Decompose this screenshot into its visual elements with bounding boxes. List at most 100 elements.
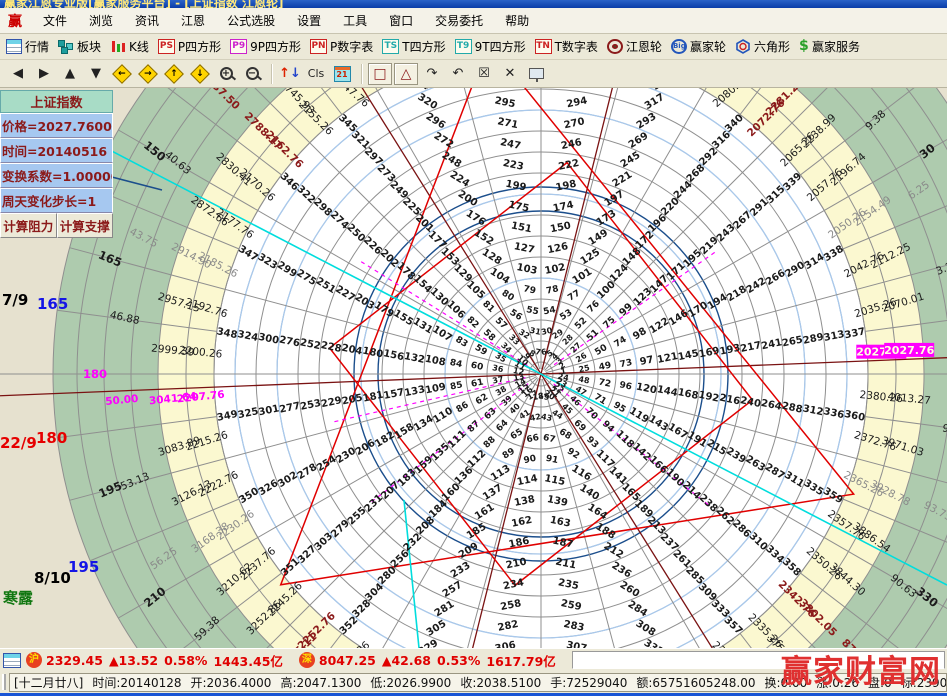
sh-index: 2329.45 — [46, 653, 103, 668]
lunar-date: [十二月廿八] — [14, 674, 83, 691]
sz-market-quote[interactable]: 深 8047.25 ▲42.68 0.53% 1617.79亿 — [299, 651, 562, 670]
blocks-icon — [58, 39, 74, 54]
menu-item-7[interactable]: 窗口 — [378, 9, 424, 32]
wheel-date-degree-label-2: 22/9 — [0, 434, 37, 452]
toolbar-tools: ◀▶▲▼←→↑↓+−↑↓Cls21□△↷↶☒✕ — [0, 60, 947, 88]
toolbar-label: 行情 — [25, 38, 49, 55]
sz-pct: 0.53% — [437, 653, 480, 668]
arrow-down-button[interactable]: ▼ — [84, 63, 108, 85]
scale-x-button[interactable]: ✕ — [498, 63, 522, 85]
toolbar-button-T数字表[interactable]: TNT数字表 — [535, 38, 598, 55]
gann-wheel-figure: 1234567891011121314151617181920212223242… — [0, 88, 947, 648]
diamond-right-button[interactable]: → — [136, 63, 160, 85]
diamond-left-button[interactable]: ← — [110, 63, 134, 85]
sz-change: ▲42.68 — [382, 653, 431, 668]
zoom-out-icon: − — [246, 67, 259, 80]
square-tool-button[interactable]: □ — [368, 63, 392, 85]
badge-icon-PS: PS — [158, 39, 175, 54]
quote-open: 开:2036.4000 — [191, 674, 272, 691]
svg-text:2027.76: 2027.76 — [884, 344, 934, 357]
toolbar-button-行情[interactable]: 行情 — [6, 38, 49, 55]
toolbar-button-P数字表[interactable]: PNP数字表 — [310, 38, 373, 55]
calendar-icon: 21 — [334, 66, 351, 82]
triangle-tool-icon: △ — [401, 66, 412, 82]
gann-wheel-chart-area[interactable]: 1234567891011121314151617181920212223242… — [0, 88, 947, 648]
quote-volume: 手:72529040 — [550, 674, 627, 691]
sh-market-quote[interactable]: 沪 2329.45 ▲13.52 0.58% 1443.45亿 — [26, 651, 289, 670]
panel-price: 价格=2027.7600 — [0, 113, 113, 138]
diamond-down-icon: ↓ — [190, 64, 210, 84]
menu-item-0[interactable]: 文件 — [32, 9, 78, 32]
site-watermark: 赢家财富网 — [781, 651, 947, 696]
toolbar-button-赢家轮[interactable]: Big赢家轮 — [671, 38, 726, 55]
triangle-tool-button[interactable]: △ — [394, 63, 418, 85]
calc-resistance-button[interactable]: 计算阻力 — [0, 213, 57, 238]
zoom-out-button[interactable]: − — [240, 63, 264, 85]
quote-high: 高:2047.1300 — [280, 674, 361, 691]
toolbar-button-9P四方形[interactable]: P99P四方形 — [230, 38, 301, 55]
boxed-x-button[interactable]: ☒ — [472, 63, 496, 85]
panel-step: 周天变化步长=1 — [0, 188, 113, 213]
sh-badge-icon: 沪 — [26, 652, 42, 668]
window-title: 赢家江恩专业版[赢家服务平台] - [上证指数 江恩轮] — [4, 0, 283, 8]
toolbar-label: T四方形 — [402, 38, 445, 55]
arrow-right-button[interactable]: ▶ — [32, 63, 56, 85]
toolbar-label: P四方形 — [178, 38, 221, 55]
menu-item-8[interactable]: 交易委托 — [424, 9, 494, 32]
menu-item-3[interactable]: 江恩 — [170, 9, 216, 32]
panel-factor: 变换系数=1.00000 — [0, 163, 113, 188]
toolbar-separator — [271, 64, 273, 84]
screen-icon — [529, 68, 544, 79]
toolbar-label: 9P四方形 — [250, 38, 301, 55]
toolbar-button-赢家服务[interactable]: $赢家服务 — [799, 38, 860, 55]
badge-icon-TN: TN — [535, 39, 552, 54]
menu-bar: 赢 文件浏览资讯江恩公式选股设置工具窗口交易委托帮助 — [0, 8, 947, 34]
sz-index: 8047.25 — [319, 653, 376, 668]
toolbar-button-板块[interactable]: 板块 — [58, 38, 101, 55]
diamond-up-button[interactable]: ↑ — [162, 63, 186, 85]
menu-item-9[interactable]: 帮助 — [494, 9, 540, 32]
quote-grid-icon[interactable] — [3, 653, 21, 668]
gann-wheel-icon — [607, 39, 623, 54]
toolbar-button-P四方形[interactable]: PSP四方形 — [158, 38, 221, 55]
title-bar[interactable]: 赢家江恩专业版[赢家服务平台] - [上证指数 江恩轮] — [0, 0, 947, 8]
toolbar-label: T数字表 — [555, 38, 598, 55]
zoom-in-button[interactable]: + — [214, 63, 238, 85]
menu-item-2[interactable]: 资讯 — [124, 9, 170, 32]
quote-close: 收:2038.5100 — [460, 674, 541, 691]
calc-support-button[interactable]: 计算支撑 — [57, 213, 114, 238]
updown-arrows-button[interactable]: ↑↓ — [278, 63, 302, 85]
toolbar-button-K线[interactable]: K线 — [110, 38, 149, 55]
svg-text:180: 180 — [83, 367, 107, 381]
menu-item-4[interactable]: 公式选股 — [216, 9, 286, 32]
rotate-cw-button[interactable]: ↷ — [420, 63, 444, 85]
dollar-icon: $ — [799, 39, 809, 54]
badge-icon-T9: T9 — [455, 39, 472, 54]
cls-button[interactable]: Cls — [304, 63, 328, 85]
calendar-button[interactable]: 21 — [330, 63, 354, 85]
quote-amount: 额:65751605248.00 — [636, 674, 755, 691]
gann-wheel-svg: 1234567891011121314151617181920212223242… — [0, 88, 947, 648]
rotate-ccw-button[interactable]: ↶ — [446, 63, 470, 85]
screen-button[interactable] — [524, 63, 548, 85]
quote-grid-icon — [6, 39, 22, 54]
app-window: 赢家江恩专业版[赢家服务平台] - [上证指数 江恩轮] 赢 文件浏览资讯江恩公… — [0, 0, 947, 696]
arrow-left-button[interactable]: ◀ — [6, 63, 30, 85]
diamond-down-button[interactable]: ↓ — [188, 63, 212, 85]
toolbar-button-T四方形[interactable]: TST四方形 — [382, 38, 445, 55]
toolbar-label: K线 — [129, 38, 149, 55]
menu-item-1[interactable]: 浏览 — [78, 9, 124, 32]
wheel-date-degree-label-3: 180 — [36, 429, 67, 447]
wheel-date-degree-label-6: 寒露 — [3, 587, 33, 608]
diamond-up-icon: ↑ — [164, 64, 184, 84]
toolbar-label: 板块 — [77, 38, 101, 55]
toolbar-button-六角形[interactable]: 六角形 — [735, 38, 790, 55]
arrow-up-button[interactable]: ▲ — [58, 63, 82, 85]
menu-item-6[interactable]: 工具 — [332, 9, 378, 32]
toolbar-button-江恩轮[interactable]: 江恩轮 — [607, 38, 662, 55]
menu-item-5[interactable]: 设置 — [286, 9, 332, 32]
statusbar-grip[interactable] — [2, 674, 6, 690]
app-logo: 赢 — [8, 11, 22, 31]
toolbar-button-9T四方形[interactable]: T99T四方形 — [455, 38, 526, 55]
kline-icon — [110, 39, 126, 54]
